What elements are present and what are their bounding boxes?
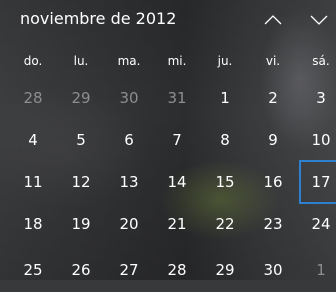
day-cell[interactable]: 28 <box>155 248 199 292</box>
day-cell[interactable]: 20 <box>107 202 151 246</box>
day-cell[interactable]: 26 <box>59 248 103 292</box>
weekday-label: ju. <box>217 54 233 68</box>
selected-day-cell[interactable]: 17 <box>299 160 336 204</box>
day-cell[interactable]: 12 <box>59 160 103 204</box>
day-cell[interactable]: 25 <box>11 248 55 292</box>
day-cell[interactable]: 7 <box>155 118 199 162</box>
day-cell[interactable]: 30 <box>107 76 151 120</box>
day-cell[interactable]: 27 <box>107 248 151 292</box>
day-cell[interactable]: 14 <box>155 160 199 204</box>
day-cell[interactable]: 24 <box>299 202 336 246</box>
weekday-label: vi. <box>265 54 281 68</box>
previous-month-button[interactable] <box>259 8 287 32</box>
weekday-header-row: do. lu. ma. mi. ju. vi. sá. <box>0 54 336 70</box>
day-cell[interactable]: 30 <box>251 248 295 292</box>
day-cell[interactable]: 1 <box>203 76 247 120</box>
chevron-down-icon <box>310 15 328 25</box>
calendar-header: noviembre de 2012 <box>0 0 336 40</box>
weekday-label: mi. <box>167 54 187 68</box>
day-cell[interactable]: 31 <box>155 76 199 120</box>
day-cell[interactable]: 4 <box>11 118 55 162</box>
weekday-label: lu. <box>73 54 89 68</box>
weekday-label: sá. <box>312 54 330 68</box>
day-cell[interactable]: 10 <box>299 118 336 162</box>
day-cell[interactable]: 22 <box>203 202 247 246</box>
day-cell[interactable]: 29 <box>59 76 103 120</box>
day-cell[interactable]: 29 <box>203 248 247 292</box>
day-cell[interactable]: 1 <box>299 248 336 292</box>
day-cell[interactable]: 6 <box>107 118 151 162</box>
weekday-label: ma. <box>117 54 141 68</box>
day-cell[interactable]: 5 <box>59 118 103 162</box>
month-year-title[interactable]: noviembre de 2012 <box>20 9 176 29</box>
day-cell[interactable]: 9 <box>251 118 295 162</box>
day-cell[interactable]: 11 <box>11 160 55 204</box>
day-cell[interactable]: 23 <box>251 202 295 246</box>
day-cell[interactable]: 15 <box>203 160 247 204</box>
day-cell[interactable]: 21 <box>155 202 199 246</box>
day-cell[interactable]: 18 <box>11 202 55 246</box>
day-cell[interactable]: 13 <box>107 160 151 204</box>
day-cell[interactable]: 28 <box>11 76 55 120</box>
day-cell[interactable]: 16 <box>251 160 295 204</box>
day-cell[interactable]: 3 <box>299 76 336 120</box>
day-cell[interactable]: 2 <box>251 76 295 120</box>
chevron-up-icon <box>264 15 282 25</box>
weekday-label: do. <box>23 54 43 68</box>
day-cell[interactable]: 19 <box>59 202 103 246</box>
day-cell[interactable]: 8 <box>203 118 247 162</box>
day-grid: 28 29 30 31 1 2 3 4 5 6 7 8 9 10 11 12 13 14 15 16 17 18 19 20 2… <box>0 80 336 280</box>
next-month-button[interactable] <box>305 8 333 32</box>
